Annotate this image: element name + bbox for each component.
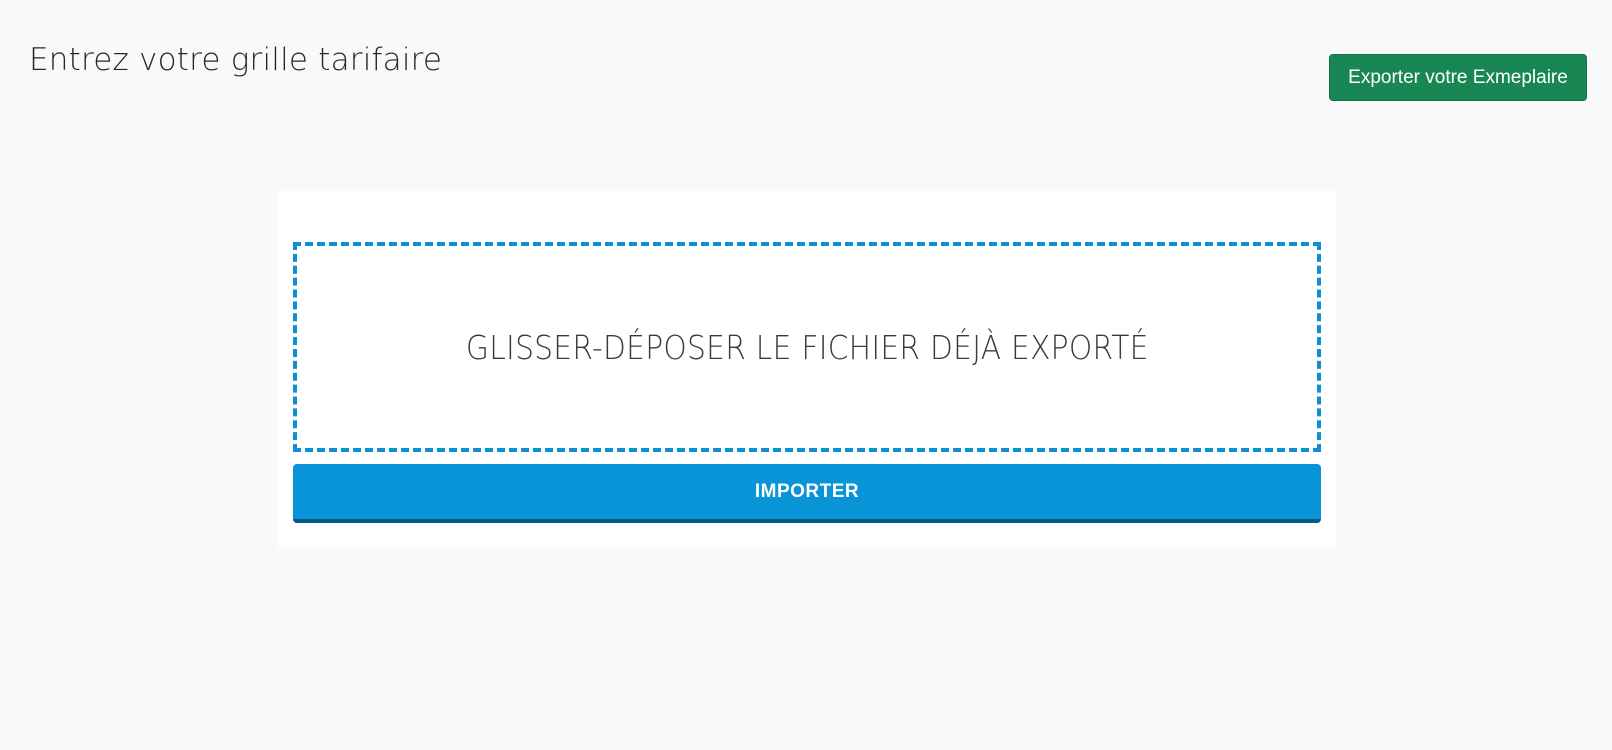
import-button[interactable]: IMPORTER bbox=[293, 464, 1321, 523]
dropzone-label: GLISSER-DÉPOSER LE FICHIER DÉJÀ EXPORTÉ bbox=[465, 327, 1149, 367]
import-card: GLISSER-DÉPOSER LE FICHIER DÉJÀ EXPORTÉ … bbox=[278, 191, 1336, 548]
export-template-button[interactable]: Exporter votre Exmeplaire bbox=[1329, 54, 1587, 101]
page-title: Entrez votre grille tarifaire bbox=[29, 42, 443, 78]
file-dropzone[interactable]: GLISSER-DÉPOSER LE FICHIER DÉJÀ EXPORTÉ bbox=[293, 242, 1321, 452]
